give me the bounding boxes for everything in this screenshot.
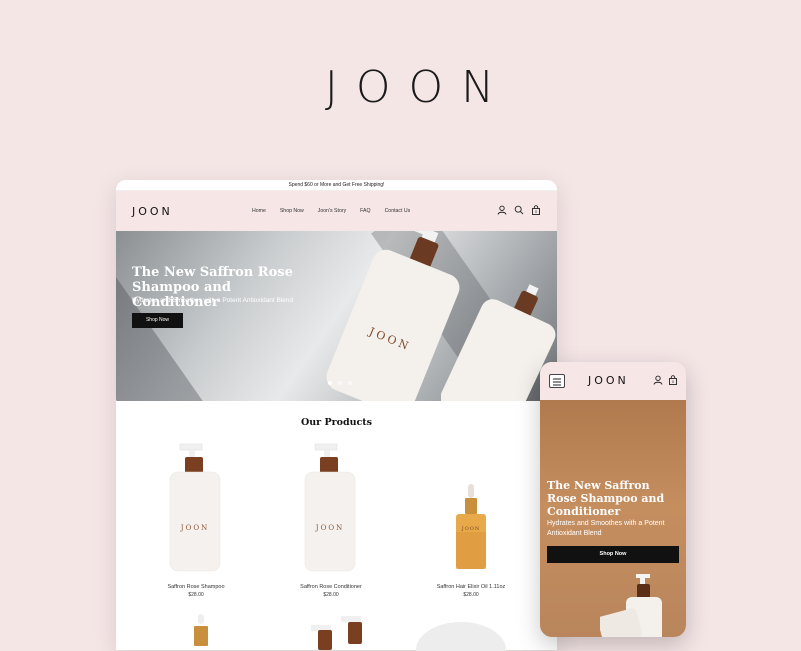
mobile-header: JOON 0 bbox=[540, 362, 686, 400]
user-icon[interactable] bbox=[497, 205, 507, 215]
mobile-shop-now-button[interactable]: Shop Now bbox=[547, 546, 679, 563]
mobile-preview: JOON 0 The New Saffron Rose Shampoo and … bbox=[540, 362, 686, 637]
announcement-bar: Spend $60 or More and Get Free Shipping! bbox=[116, 180, 557, 190]
brand-logo: JOON bbox=[324, 62, 513, 113]
menu-icon[interactable] bbox=[549, 374, 565, 388]
cart-count: 0 bbox=[535, 210, 537, 214]
cart-icon[interactable]: 0 bbox=[668, 375, 678, 385]
products-heading: Our Products bbox=[300, 417, 373, 428]
main-nav: Home Shop Now Joon's Story FAQ Contact U… bbox=[252, 208, 410, 214]
desktop-header: JOON Home Shop Now Joon's Story FAQ Cont… bbox=[116, 190, 557, 231]
header-icons: 0 bbox=[497, 205, 541, 215]
carousel-dot[interactable] bbox=[348, 381, 352, 385]
nav-faq[interactable]: FAQ bbox=[360, 208, 370, 214]
user-icon[interactable] bbox=[653, 375, 663, 385]
header-logo[interactable]: JOON bbox=[132, 205, 173, 218]
nav-home[interactable]: Home bbox=[252, 208, 266, 214]
shop-now-button[interactable]: Shop Now bbox=[132, 313, 183, 328]
mobile-hero-bottle-image bbox=[600, 574, 662, 637]
nav-joons-story[interactable]: Joon's Story bbox=[318, 208, 346, 214]
cart-count: 0 bbox=[672, 380, 674, 384]
hero-subtitle: Hydrates and Smoothes with a Potent Anti… bbox=[132, 297, 294, 304]
nav-contact-us[interactable]: Contact Us bbox=[385, 208, 411, 214]
carousel-dot[interactable] bbox=[328, 381, 332, 385]
mobile-logo[interactable]: JOON bbox=[588, 374, 629, 387]
mobile-hero: The New Saffron Rose Shampoo and Conditi… bbox=[540, 400, 686, 637]
desktop-preview: Spend $60 or More and Get Free Shipping!… bbox=[116, 180, 557, 650]
hero-banner: JOON The New Saffron Rose Shampoo and Co… bbox=[116, 231, 557, 401]
carousel-dot[interactable] bbox=[338, 381, 342, 385]
carousel-dots bbox=[328, 381, 352, 385]
search-icon[interactable] bbox=[514, 205, 524, 215]
mobile-hero-title: The New Saffron Rose Shampoo and Conditi… bbox=[547, 479, 665, 518]
cart-icon[interactable]: 0 bbox=[531, 205, 541, 215]
mobile-hero-subtitle: Hydrates and Smoothes with a Potent Anti… bbox=[547, 520, 665, 537]
mobile-header-icons: 0 bbox=[653, 375, 678, 385]
nav-shop-now[interactable]: Shop Now bbox=[280, 208, 304, 214]
